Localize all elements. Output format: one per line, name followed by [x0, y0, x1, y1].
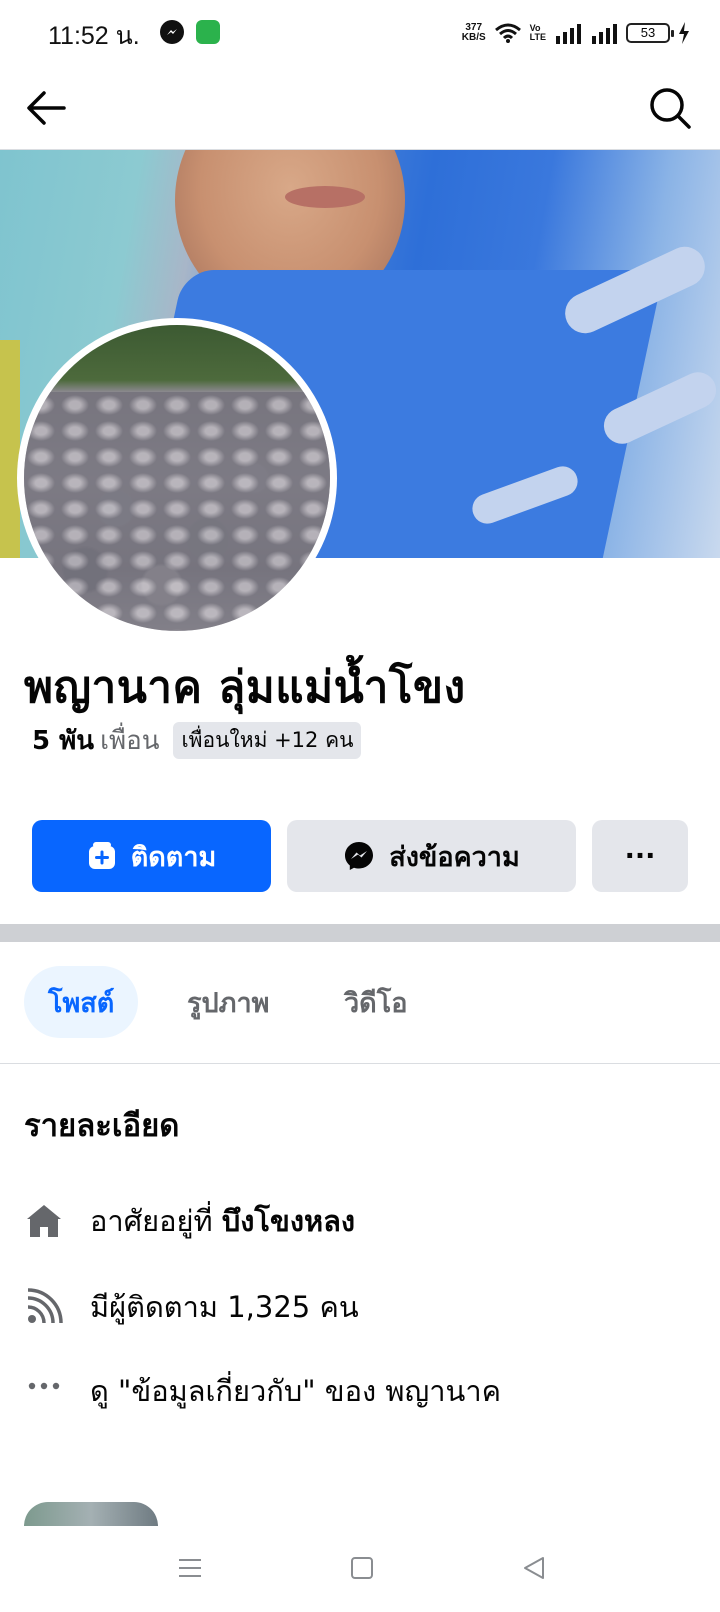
status-time: 11:52 น.: [48, 22, 140, 50]
section-divider: [0, 924, 720, 942]
message-label: ส่งข้อความ: [389, 841, 520, 873]
wifi-icon: [494, 23, 521, 43]
app-notification-icon: [196, 20, 220, 44]
detail-followers[interactable]: มีผู้ติดตาม 1,325 คน: [24, 1282, 359, 1332]
recent-apps-button[interactable]: [170, 1548, 210, 1588]
menu-icon: [179, 1559, 201, 1577]
back-button[interactable]: [22, 84, 70, 132]
signal-icon-2: [592, 24, 617, 44]
follow-icon: [88, 842, 115, 869]
more-options-button[interactable]: ···: [592, 820, 688, 892]
profile-tabs: โพสต์ รูปภาพ วิดีโอ: [0, 942, 720, 1064]
see-about-text: ดู "ข้อมูลเกี่ยวกับ" ของ พญานาค: [90, 1374, 502, 1408]
system-navigation-bar: [0, 1526, 720, 1612]
status-indicators: 377 KB/S Vo LTE 53: [462, 18, 690, 48]
new-friends-badge: เพื่อนใหม่ +12 คน: [173, 721, 362, 759]
volte-indicator: Vo LTE: [529, 23, 546, 42]
battery-indicator: 53: [626, 23, 674, 43]
signal-icon: [556, 24, 581, 44]
detail-lives-in: อาศัยอยู่ที่ บึงโขงหลง: [24, 1196, 355, 1246]
search-icon: [650, 88, 691, 129]
tab-videos[interactable]: วิดีโอ: [320, 966, 431, 1038]
charging-icon: [679, 22, 689, 44]
network-speed: 377 KB/S: [461, 22, 486, 43]
ellipsis-icon: [24, 1371, 64, 1411]
message-button[interactable]: ส่งข้อความ: [287, 820, 576, 892]
lives-in-prefix: อาศัยอยู่ที่: [90, 1204, 213, 1238]
home-button[interactable]: [342, 1548, 382, 1588]
status-bar: 11:52 น. 377 KB/S Vo LTE 53: [0, 0, 720, 66]
home-icon: [24, 1201, 64, 1241]
search-button[interactable]: [646, 84, 694, 132]
tab-photos[interactable]: รูปภาพ: [163, 966, 293, 1038]
top-navigation-bar: [0, 66, 720, 150]
messenger-notification-icon: [160, 20, 184, 44]
rss-icon: [24, 1287, 64, 1327]
profile-avatar[interactable]: [17, 318, 337, 638]
triangle-back-icon: [524, 1557, 544, 1579]
system-back-button[interactable]: [514, 1548, 554, 1588]
followers-text: มีผู้ติดตาม 1,325 คน: [90, 1290, 359, 1324]
arrow-left-icon: [27, 91, 66, 125]
more-icon: ···: [624, 840, 656, 872]
post-thumbnail[interactable]: [24, 1502, 158, 1526]
follow-button[interactable]: ติดตาม: [32, 820, 271, 892]
details-heading: รายละเอียด: [24, 1108, 180, 1144]
avatar-image: [24, 325, 330, 631]
square-icon: [351, 1557, 373, 1579]
friends-count: 5 พัน: [32, 725, 95, 756]
profile-name: พญานาค ลุ่มแม่น้ำโขง: [24, 662, 466, 713]
tab-posts[interactable]: โพสต์: [24, 966, 139, 1038]
lives-in-place[interactable]: บึงโขงหลง: [222, 1204, 355, 1238]
friends-summary[interactable]: 5 พัน เพื่อน เพื่อนใหม่ +12 คน: [32, 721, 362, 759]
detail-see-about[interactable]: ดู "ข้อมูลเกี่ยวกับ" ของ พญานาค: [24, 1366, 501, 1416]
messenger-icon: [345, 842, 374, 870]
friends-label: เพื่อน: [100, 725, 160, 756]
follow-label: ติดตาม: [130, 841, 217, 873]
